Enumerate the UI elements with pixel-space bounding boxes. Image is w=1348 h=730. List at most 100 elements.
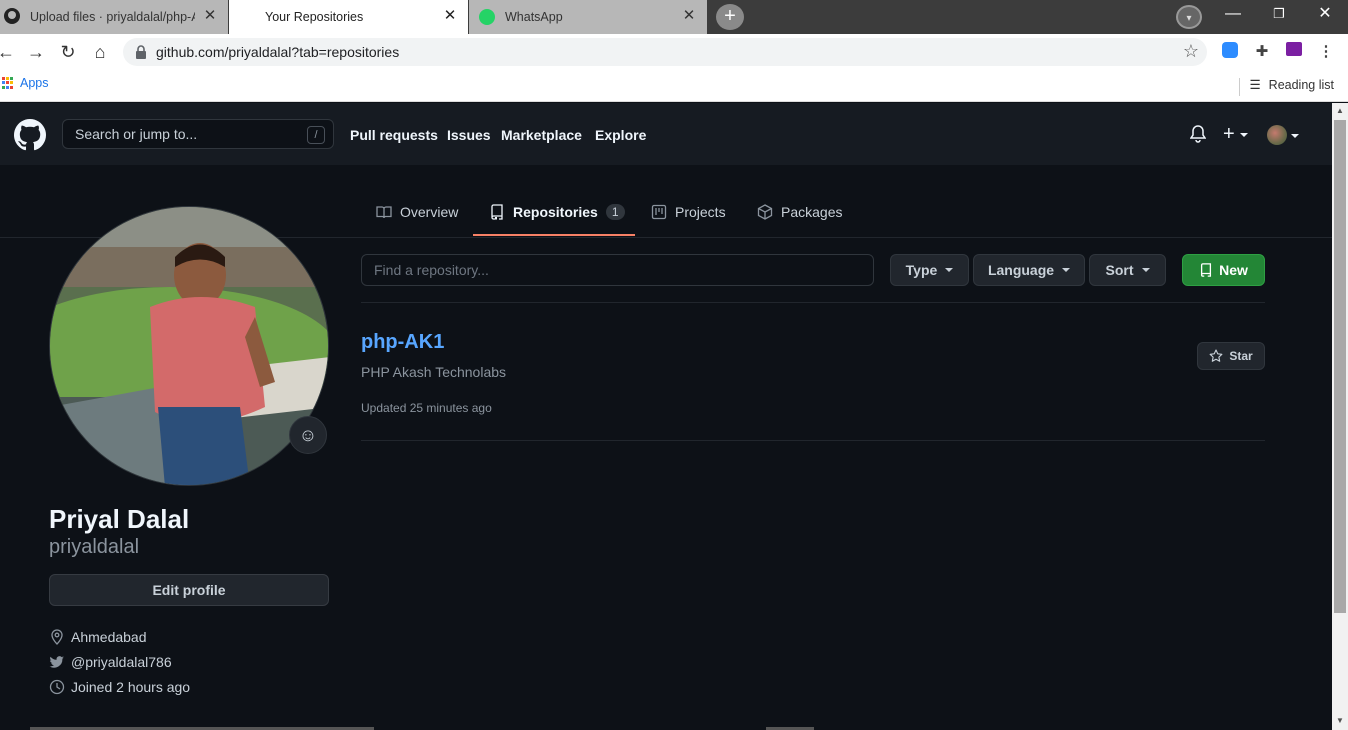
location-pin-icon	[51, 629, 63, 645]
type-filter-button[interactable]: Type	[890, 254, 969, 286]
nav-explore[interactable]: Explore	[595, 127, 646, 143]
search-box[interactable]: /	[62, 119, 334, 149]
address-bar[interactable]: github.com/priyaldalal?tab=repositories …	[123, 38, 1207, 66]
new-repository-button[interactable]: New	[1182, 254, 1265, 286]
nav-marketplace[interactable]: Marketplace	[501, 127, 582, 143]
tab-title: Upload files · priyaldalal/php-AK1	[30, 10, 195, 24]
selected-tab-underline	[473, 234, 635, 236]
github-header: / Pull requests Issues Marketplace Explo…	[0, 103, 1332, 165]
search-shortcut-hint: /	[307, 126, 325, 144]
apps-bookmark[interactable]: Apps	[2, 76, 49, 90]
twitter-icon	[49, 656, 64, 668]
close-window-icon[interactable]: ✕	[1302, 0, 1348, 30]
repo-icon	[1201, 263, 1212, 277]
star-label: Star	[1229, 349, 1253, 363]
profile-location: Ahmedabad	[49, 629, 147, 645]
scrollbar-thumb[interactable]	[1334, 120, 1346, 613]
user-avatar-small[interactable]	[1267, 125, 1287, 145]
bookmarks-bar: Apps ☰ Reading list	[0, 70, 1348, 102]
close-tab-icon[interactable]: ✕	[442, 8, 458, 24]
close-tab-icon[interactable]: ✕	[681, 8, 697, 24]
find-repository-input[interactable]	[362, 255, 873, 285]
browser-menu-icon[interactable]: ⋮	[1316, 42, 1336, 62]
extensions-puzzle-icon[interactable]: ✚	[1252, 42, 1272, 62]
sort-filter-button[interactable]: Sort	[1089, 254, 1166, 286]
minimize-window-icon[interactable]: —	[1210, 0, 1256, 30]
browser-tab-upload-files[interactable]: Upload files · priyaldalal/php-AK1 ✕	[0, 0, 228, 34]
nav-pull-requests[interactable]: Pull requests	[350, 127, 438, 143]
new-tab-button[interactable]: +	[716, 4, 744, 30]
search-input[interactable]	[63, 120, 333, 148]
bookmarks-separator	[1239, 78, 1240, 96]
tab-label: Repositories	[513, 204, 598, 220]
tab-projects[interactable]: Projects	[651, 196, 726, 228]
browser-toolbar: ← → ↻ ⌂ github.com/priyaldalal?tab=repos…	[0, 34, 1348, 70]
scroll-down-arrow-icon[interactable]: ▼	[1335, 716, 1345, 726]
new-button-label: New	[1219, 262, 1248, 278]
type-filter-label: Type	[905, 262, 938, 278]
package-icon	[757, 204, 773, 220]
language-filter-button[interactable]: Language	[973, 254, 1085, 286]
profile-photo	[50, 207, 328, 485]
scroll-up-arrow-icon[interactable]: ▲	[1335, 106, 1345, 116]
reload-icon[interactable]: ↻	[56, 40, 80, 64]
location-text: Ahmedabad	[71, 629, 147, 645]
whatsapp-icon	[479, 9, 495, 25]
tab-search-icon[interactable]: ▾	[1176, 5, 1202, 29]
zoom-extension-icon[interactable]	[1220, 42, 1240, 62]
close-tab-icon[interactable]: ✕	[202, 8, 218, 24]
repo-list-bottom-divider	[361, 440, 1265, 441]
repo-updated-time: Updated 25 minutes ago	[361, 401, 492, 415]
repo-description: PHP Akash Technolabs	[361, 364, 507, 380]
apps-grid-icon	[2, 77, 14, 89]
browser-tab-whatsapp[interactable]: WhatsApp ✕	[469, 0, 707, 34]
star-button[interactable]: Star	[1197, 342, 1265, 370]
edit-profile-button[interactable]: Edit profile	[49, 574, 329, 606]
profile-joined: Joined 2 hours ago	[49, 679, 190, 695]
profile-full-name: Priyal Dalal	[49, 504, 190, 534]
twitter-handle: @priyaldalal786	[71, 654, 172, 670]
nav-issues[interactable]: Issues	[447, 127, 491, 143]
project-icon	[651, 204, 667, 220]
reading-list-button[interactable]: ☰ Reading list	[1249, 77, 1334, 93]
back-icon[interactable]: ←	[0, 40, 18, 64]
browser-tab-your-repositories[interactable]: Your Repositories ✕	[229, 0, 468, 34]
tab-repositories[interactable]: Repositories 1	[489, 196, 625, 228]
url-text: github.com/priyaldalal?tab=repositories	[156, 44, 400, 60]
star-icon	[1209, 349, 1223, 362]
tab-title: WhatsApp	[505, 10, 563, 24]
set-status-smiley-icon[interactable]: ☺	[289, 416, 327, 454]
reading-list-icon: ☰	[1249, 78, 1261, 92]
notifications-bell-icon[interactable]	[1190, 125, 1206, 143]
chevron-down-icon[interactable]	[1291, 127, 1299, 145]
chevron-down-icon	[1062, 268, 1071, 272]
browser-tab-strip: Upload files · priyaldalal/php-AK1 ✕ You…	[0, 0, 1348, 34]
sort-filter-label: Sort	[1105, 262, 1134, 278]
repo-count-badge: 1	[605, 204, 625, 220]
github-favicon-icon	[4, 7, 20, 27]
tab-overview[interactable]: Overview	[376, 196, 458, 228]
extension-icon[interactable]	[1284, 42, 1304, 62]
tab-packages[interactable]: Packages	[757, 196, 842, 228]
repo-icon	[491, 204, 503, 220]
lock-icon	[136, 45, 146, 59]
chevron-down-icon	[945, 268, 954, 272]
chevron-down-icon	[1141, 268, 1150, 272]
create-new-icon[interactable]: +	[1223, 123, 1249, 146]
bookmark-star-icon[interactable]: ☆	[1183, 41, 1199, 62]
profile-twitter[interactable]: @priyaldalal786	[49, 654, 172, 670]
github-logo-icon[interactable]	[14, 119, 46, 151]
forward-icon[interactable]: →	[24, 40, 48, 64]
tab-label: Projects	[675, 204, 726, 220]
reading-list-label: Reading list	[1268, 77, 1334, 92]
language-filter-label: Language	[987, 262, 1055, 278]
repo-list-top-divider	[361, 302, 1265, 303]
clock-icon	[49, 679, 65, 695]
restore-window-icon[interactable]: ❐	[1256, 0, 1302, 30]
joined-text: Joined 2 hours ago	[71, 679, 191, 695]
tab-title: Your Repositories	[265, 10, 364, 24]
repo-name-link[interactable]: php-AK1	[361, 331, 444, 354]
home-icon[interactable]: ⌂	[88, 40, 112, 64]
profile-avatar[interactable]	[49, 206, 329, 486]
find-repository-field[interactable]	[361, 254, 874, 286]
